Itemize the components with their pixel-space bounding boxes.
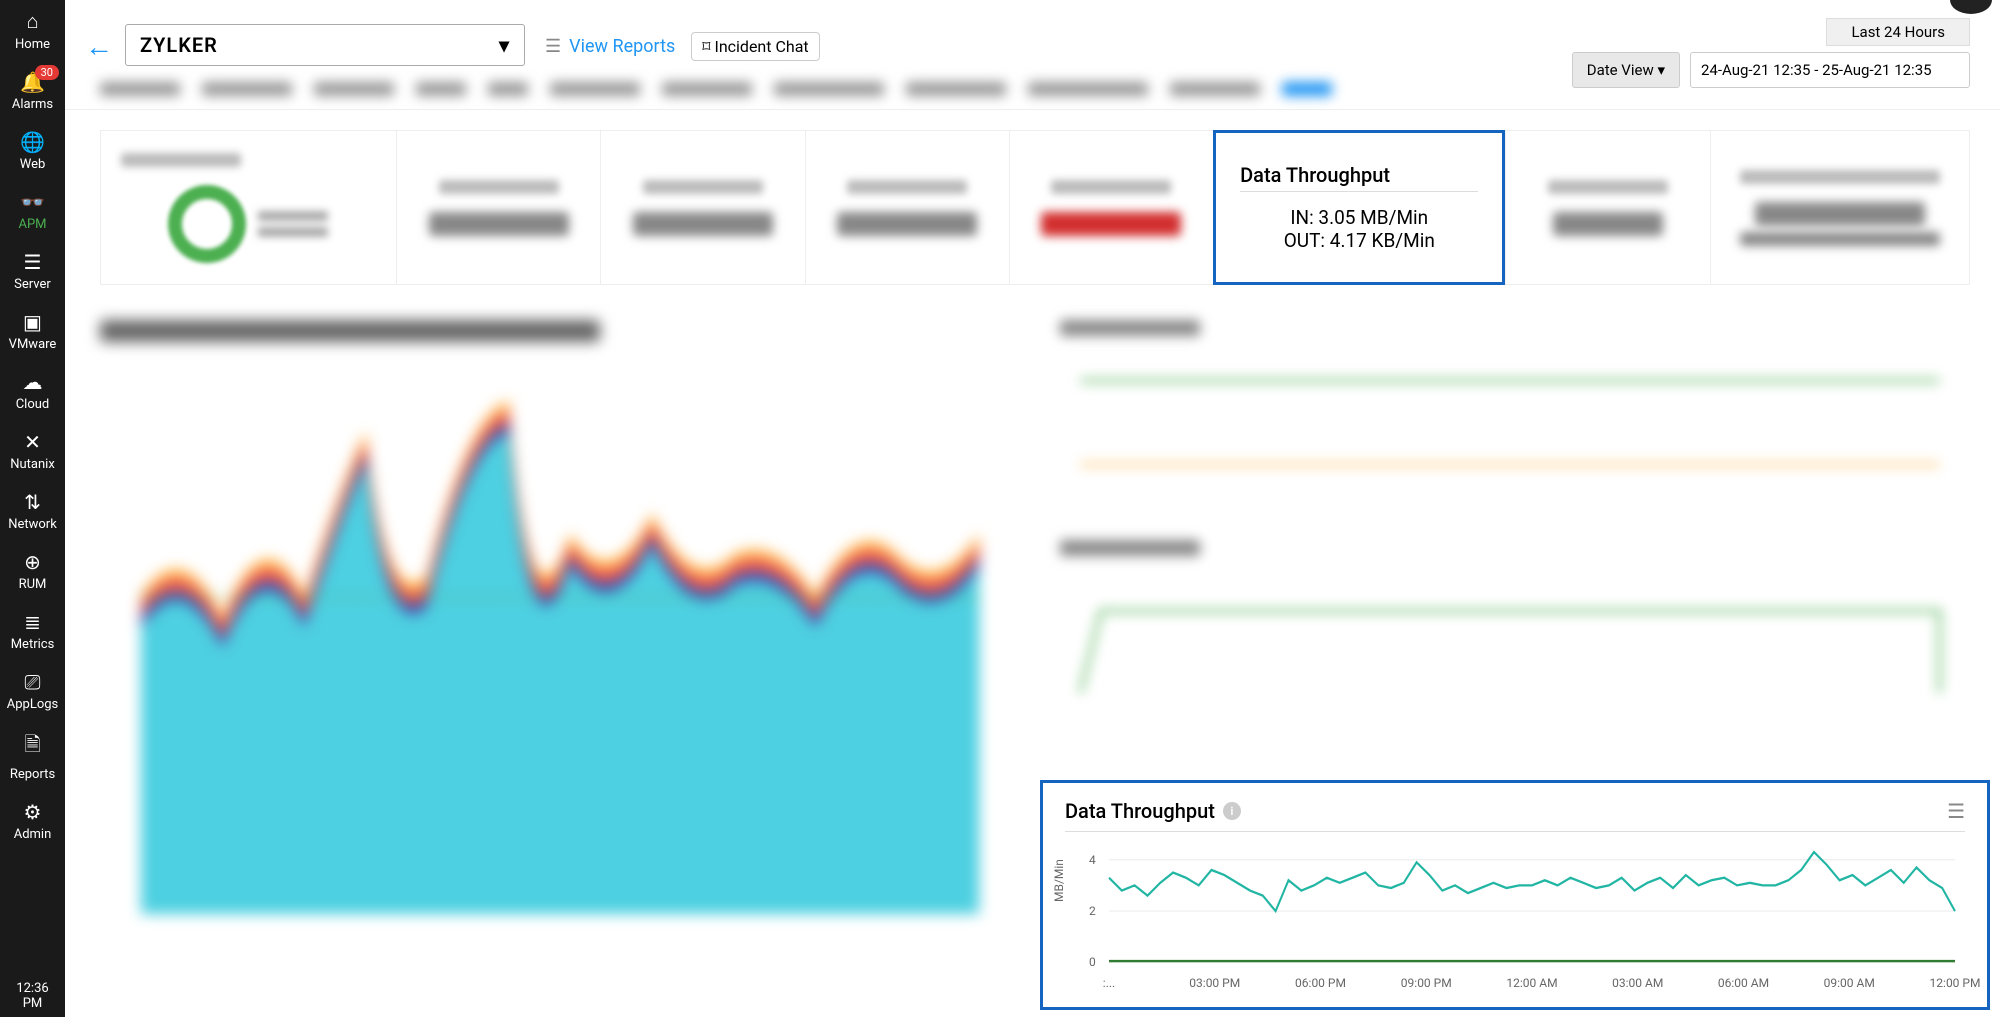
stat-out-line: OUT: 4.17 KB/Min <box>1240 229 1478 252</box>
cloud-icon: ☁ <box>23 370 43 394</box>
metrics-icon: ≣ <box>24 610 41 634</box>
chevron-down-icon: ▾ <box>499 33 510 57</box>
chart-title: Data Throughput i <box>1065 799 1241 823</box>
stat-card-health <box>100 130 396 285</box>
y-tick: 0 <box>1089 955 1096 969</box>
network-icon: ⇅ <box>24 490 41 514</box>
x-tick: 03:00 AM <box>1612 976 1663 990</box>
stat-title: Data Throughput <box>1240 163 1478 192</box>
sidebar-item-cloud[interactable]: ☁Cloud <box>0 361 65 421</box>
sidebar-item-applogs[interactable]: ⎚AppLogs <box>0 661 65 721</box>
vmware-icon: ▣ <box>23 310 42 334</box>
nutanix-icon: ✕ <box>24 430 41 454</box>
chart-menu-icon[interactable]: ☰ <box>1947 799 1965 823</box>
y-tick: 2 <box>1089 904 1096 918</box>
x-tick: 12:00 AM <box>1506 976 1557 990</box>
server-icon: ☰ <box>24 250 42 274</box>
stat-card-data-throughput: Data Throughput IN: 3.05 MB/Min OUT: 4.1… <box>1213 130 1505 285</box>
app-select-dropdown[interactable]: ZYLKER ▾ <box>125 24 525 66</box>
time-preset-label: Last 24 Hours <box>1826 18 1970 46</box>
reports-icon: 🗎 <box>24 730 40 764</box>
sidebar-item-nutanix[interactable]: ✕Nutanix <box>0 421 65 481</box>
applogs-icon: ⎚ <box>25 670 41 694</box>
x-tick: 06:00 PM <box>1295 976 1346 990</box>
sidebar-item-home[interactable]: ⌂Home <box>0 0 65 61</box>
health-donut-icon <box>168 185 246 263</box>
x-tick: 09:00 PM <box>1401 976 1452 990</box>
view-reports-link[interactable]: View Reports <box>569 36 675 57</box>
sidebar-item-server[interactable]: ☰Server <box>0 241 65 301</box>
tab-row-blurred <box>100 82 1970 112</box>
app-select-value: ZYLKER <box>140 33 218 57</box>
info-icon[interactable]: i <box>1223 802 1241 820</box>
incident-chat-button[interactable]: ⌑ Incident Chat <box>691 32 819 61</box>
sidebar-item-alarms[interactable]: 🔔Alarms30 <box>0 61 65 121</box>
apm-icon: 👓 <box>20 190 45 214</box>
chat-icon: ⌑ <box>702 37 710 56</box>
sidebar-item-metrics[interactable]: ≣Metrics <box>0 601 65 661</box>
admin-icon: ⚙ <box>24 800 42 824</box>
stat-in-line: IN: 3.05 MB/Min <box>1240 206 1478 229</box>
x-tick: 03:00 PM <box>1189 976 1240 990</box>
hamburger-icon[interactable]: ☰ <box>545 36 561 57</box>
chevron-down-icon: ▾ <box>1657 61 1665 79</box>
left-sidebar: ⌂Home🔔Alarms30🌐Web👓APM☰Server▣VMware☁Clo… <box>0 0 65 1017</box>
stat-card-blurred <box>396 130 600 285</box>
x-tick: :... <box>1103 976 1115 990</box>
stat-card-blurred <box>1505 130 1709 285</box>
sidebar-item-apm[interactable]: 👓APM <box>0 181 65 241</box>
sidebar-item-reports[interactable]: 🗎Reports <box>0 721 65 791</box>
sidebar-item-vmware[interactable]: ▣VMware <box>0 301 65 361</box>
stat-card-blurred <box>600 130 804 285</box>
avatar[interactable] <box>1950 0 1992 14</box>
rum-icon: ⊕ <box>24 550 41 574</box>
stat-card-blurred <box>1009 130 1213 285</box>
request-throughput-chart-blurred <box>1060 540 1960 740</box>
topbar-links: ☰ View Reports ⌑ Incident Chat <box>545 32 820 61</box>
stat-card-blurred <box>1710 130 1970 285</box>
stats-cards-row: Data Throughput IN: 3.05 MB/Min OUT: 4.1… <box>100 130 1970 285</box>
data-throughput-chart-panel: Data Throughput i ☰ MB/Min 0 2 4 :... 03:00… <box>1040 780 1990 1010</box>
x-tick: 06:00 AM <box>1718 976 1769 990</box>
y-tick: 4 <box>1089 853 1096 867</box>
stat-card-blurred <box>805 130 1009 285</box>
apdex-chart-blurred <box>1060 320 1960 520</box>
throughput-chart: MB/Min 024 :...03:00 PM06:00 PM09:00 PM1… <box>1065 840 1965 990</box>
alarm-badge: 30 <box>35 65 59 80</box>
x-tick: 09:00 AM <box>1824 976 1875 990</box>
back-arrow-icon[interactable]: ← <box>85 30 113 63</box>
sidebar-clock: 12:36 PM <box>0 975 65 1017</box>
x-tick: 12:00 PM <box>1930 976 1981 990</box>
web-icon: 🌐 <box>20 130 45 154</box>
y-axis-label: MB/Min <box>1052 859 1066 902</box>
home-icon: ⌂ <box>26 9 38 34</box>
sidebar-item-admin[interactable]: ⚙Admin <box>0 791 65 851</box>
sidebar-item-web[interactable]: 🌐Web <box>0 121 65 181</box>
sidebar-item-network[interactable]: ⇅Network <box>0 481 65 541</box>
sidebar-item-rum[interactable]: ⊕RUM <box>0 541 65 601</box>
response-time-chart-blurred <box>100 320 1020 940</box>
